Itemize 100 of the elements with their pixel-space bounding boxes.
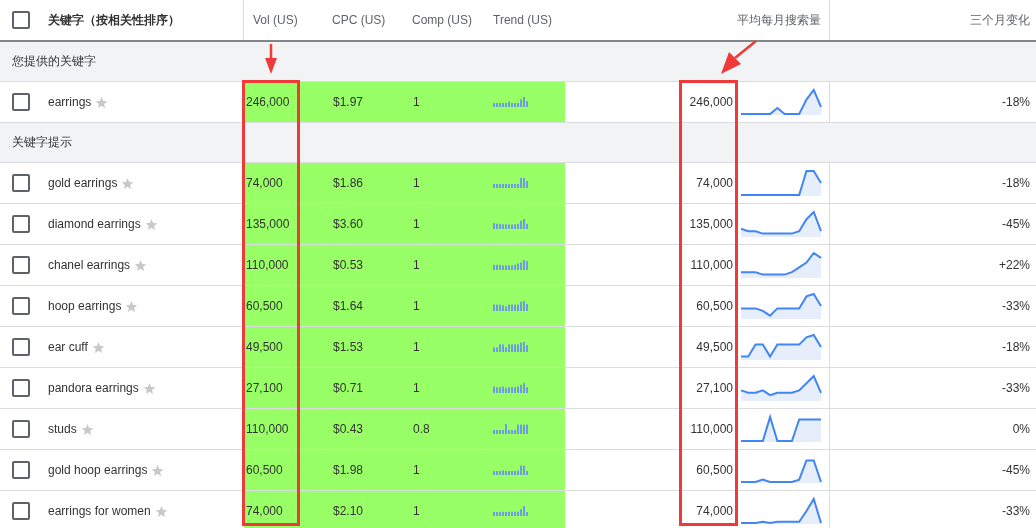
- checkbox[interactable]: [12, 420, 30, 438]
- column-header[interactable]: Comp (US): [412, 13, 472, 27]
- sparkline-icon: [740, 86, 822, 116]
- checkbox[interactable]: [12, 502, 30, 520]
- table-cell: $1.97: [333, 95, 364, 109]
- table-cell: 74,000: [696, 176, 733, 190]
- checkbox[interactable]: [12, 215, 30, 233]
- star-icon[interactable]: [144, 217, 158, 231]
- table-cell: 110,000: [690, 422, 733, 436]
- star-icon[interactable]: [95, 95, 109, 109]
- table-cell: 60,500: [696, 299, 733, 313]
- keyword-link[interactable]: chanel earrings: [48, 258, 131, 272]
- star-icon[interactable]: [80, 422, 94, 436]
- table-cell: $0.43: [333, 422, 364, 436]
- table-cell: 74,000: [696, 504, 733, 518]
- column-header[interactable]: Vol (US): [253, 13, 298, 27]
- table-cell: 110,000: [246, 422, 289, 436]
- table-cell: 1: [413, 217, 420, 231]
- table-cell: 49,500: [696, 340, 733, 354]
- checkbox[interactable]: [12, 174, 30, 192]
- keyword-link[interactable]: earrings: [48, 95, 92, 109]
- table-cell: $1.53: [333, 340, 364, 354]
- section-header: 关键字提示: [0, 123, 1036, 163]
- table-cell: 27,100: [246, 381, 283, 395]
- trend-bars-icon: [493, 424, 529, 434]
- sparkline-icon: [740, 167, 822, 197]
- table-cell: 246,000: [246, 95, 290, 109]
- star-icon[interactable]: [134, 258, 148, 272]
- table-cell: 49,500: [246, 340, 283, 354]
- keyword-link[interactable]: pandora earrings: [48, 381, 139, 395]
- sparkline-icon: [740, 249, 822, 279]
- column-header[interactable]: 关键字（按相关性排序）: [48, 11, 180, 29]
- star-icon[interactable]: [121, 176, 135, 190]
- trend-bars-icon: [493, 97, 529, 107]
- table-cell: 0%: [1012, 422, 1030, 436]
- keyword-link[interactable]: diamond earrings: [48, 217, 141, 231]
- table-cell: -18%: [1002, 340, 1030, 354]
- trend-bars-icon: [493, 465, 529, 475]
- checkbox[interactable]: [12, 338, 30, 356]
- table-cell: $2.10: [333, 504, 364, 518]
- checkbox[interactable]: [12, 379, 30, 397]
- table-cell: 60,500: [246, 463, 283, 477]
- section-header: 您提供的关键字: [0, 42, 1036, 82]
- table-cell: 1: [413, 340, 420, 354]
- table-cell: 110,000: [246, 258, 289, 272]
- table-cell: -18%: [1002, 176, 1030, 190]
- checkbox[interactable]: [12, 11, 30, 29]
- checkbox[interactable]: [12, 297, 30, 315]
- sparkline-icon: [740, 413, 822, 443]
- trend-bars-icon: [493, 506, 529, 516]
- table-cell: 110,000: [690, 258, 733, 272]
- sparkline-icon: [740, 372, 822, 402]
- checkbox[interactable]: [12, 93, 30, 111]
- column-header[interactable]: CPC (US): [332, 13, 386, 27]
- arrow: [721, 40, 757, 74]
- keyword-link[interactable]: earrings for women: [48, 504, 151, 518]
- sparkline-icon: [740, 290, 822, 320]
- arrow: [264, 44, 278, 74]
- keyword-link[interactable]: gold hoop earrings: [48, 463, 148, 477]
- table-cell: $1.64: [333, 299, 364, 313]
- checkbox[interactable]: [12, 256, 30, 274]
- checkbox[interactable]: [12, 461, 30, 479]
- table-cell: $0.71: [333, 381, 364, 395]
- sparkline-icon: [740, 208, 822, 238]
- table-cell: 60,500: [246, 299, 283, 313]
- table-cell: 1: [413, 176, 420, 190]
- trend-bars-icon: [493, 383, 529, 393]
- table-cell: 1: [413, 463, 420, 477]
- table-cell: -33%: [1002, 504, 1030, 518]
- trend-bars-icon: [493, 260, 529, 270]
- table-cell: $1.86: [333, 176, 364, 190]
- star-icon[interactable]: [142, 381, 156, 395]
- keyword-link[interactable]: studs: [48, 422, 77, 436]
- keyword-link[interactable]: hoop earrings: [48, 299, 122, 313]
- table-cell: 27,100: [696, 381, 733, 395]
- table-cell: 135,000: [246, 217, 290, 231]
- table-cell: 74,000: [246, 504, 283, 518]
- star-icon[interactable]: [91, 340, 105, 354]
- table-cell: -33%: [1002, 299, 1030, 313]
- star-icon[interactable]: [151, 463, 165, 477]
- table-cell: 1: [413, 299, 420, 313]
- trend-bars-icon: [493, 301, 529, 311]
- table-cell: $0.53: [333, 258, 364, 272]
- keyword-link[interactable]: gold earrings: [48, 176, 118, 190]
- table-cell: 246,000: [689, 95, 733, 109]
- table-cell: 1: [413, 381, 420, 395]
- star-icon[interactable]: [125, 299, 139, 313]
- table-cell: $3.60: [333, 217, 364, 231]
- table-cell: 0.8: [413, 422, 430, 436]
- table-cell: $1.98: [333, 463, 364, 477]
- keyword-link[interactable]: ear cuff: [48, 340, 88, 354]
- column-header[interactable]: 三个月变化: [970, 11, 1030, 29]
- star-icon[interactable]: [154, 504, 168, 518]
- table-cell: 1: [413, 95, 420, 109]
- column-header[interactable]: Trend (US): [493, 13, 552, 27]
- column-header[interactable]: 平均每月搜索量: [737, 11, 821, 29]
- trend-bars-icon: [493, 178, 529, 188]
- table-cell: -18%: [1002, 95, 1030, 109]
- table-cell: +22%: [998, 258, 1030, 272]
- table-cell: 60,500: [696, 463, 733, 477]
